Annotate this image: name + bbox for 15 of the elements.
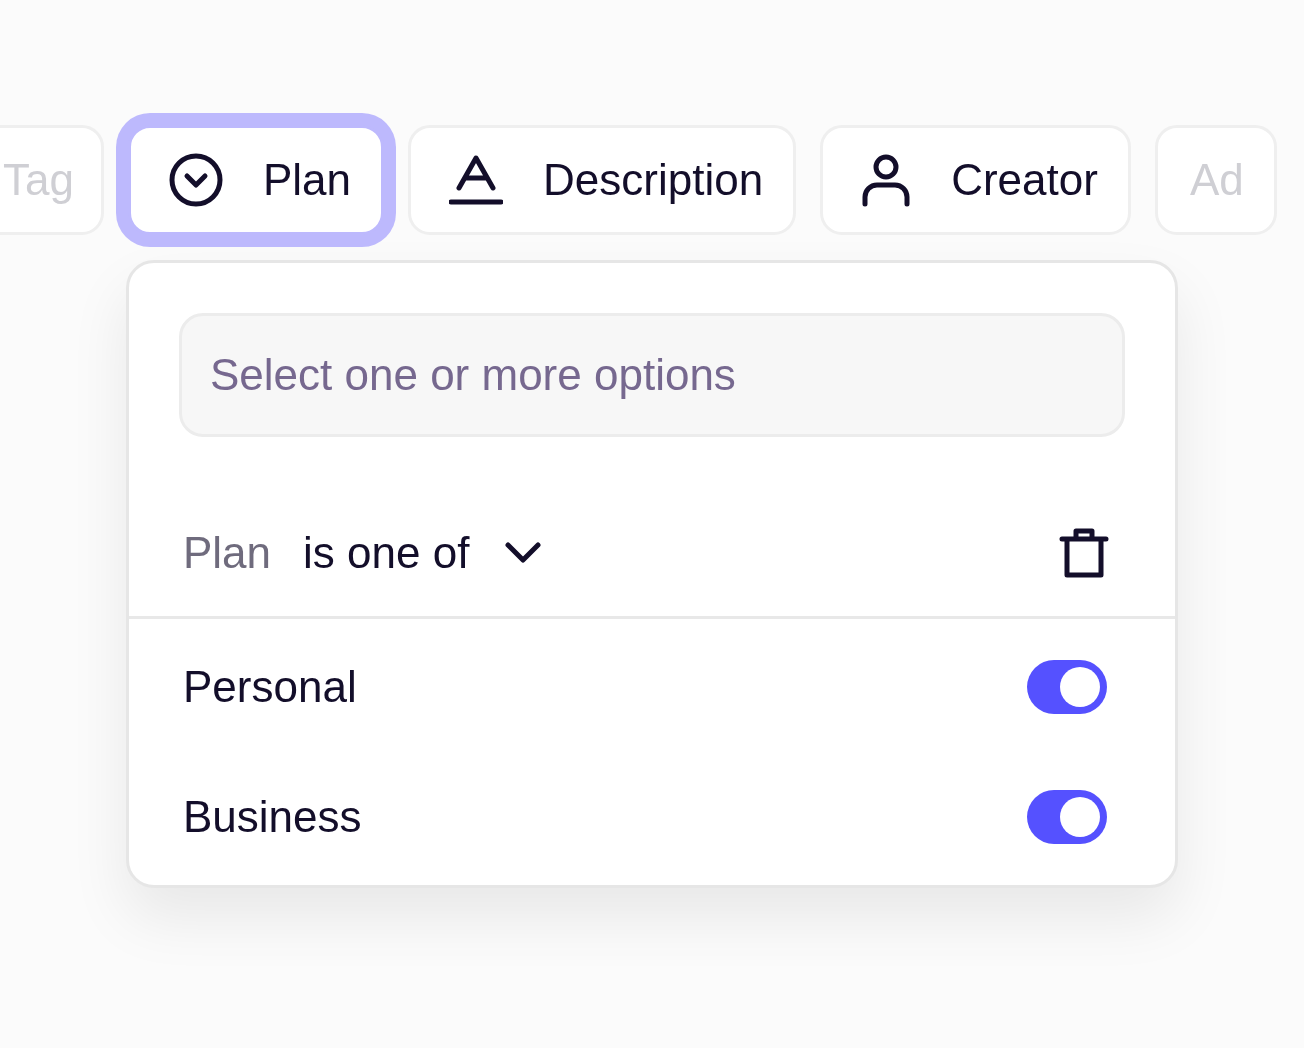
filter-chip[interactable]: Description	[408, 125, 797, 235]
person-icon	[861, 153, 912, 207]
chevron-circle-icon	[169, 153, 223, 207]
text-icon	[449, 154, 504, 206]
toggle-switch[interactable]	[1027, 790, 1107, 844]
filter-field: Plan	[183, 519, 272, 586]
chevron-down-icon	[505, 541, 542, 564]
trash-icon	[1059, 526, 1109, 579]
option-label: Business	[183, 791, 362, 843]
toggle-switch[interactable]	[1027, 660, 1107, 714]
operator-dropdown[interactable]: is one of	[303, 519, 542, 586]
search-field[interactable]: Select one or more options	[179, 313, 1125, 437]
filter-chip[interactable]: Creator	[820, 125, 1131, 235]
delete-button[interactable]	[1059, 526, 1109, 579]
option-label: Personal	[183, 661, 357, 713]
